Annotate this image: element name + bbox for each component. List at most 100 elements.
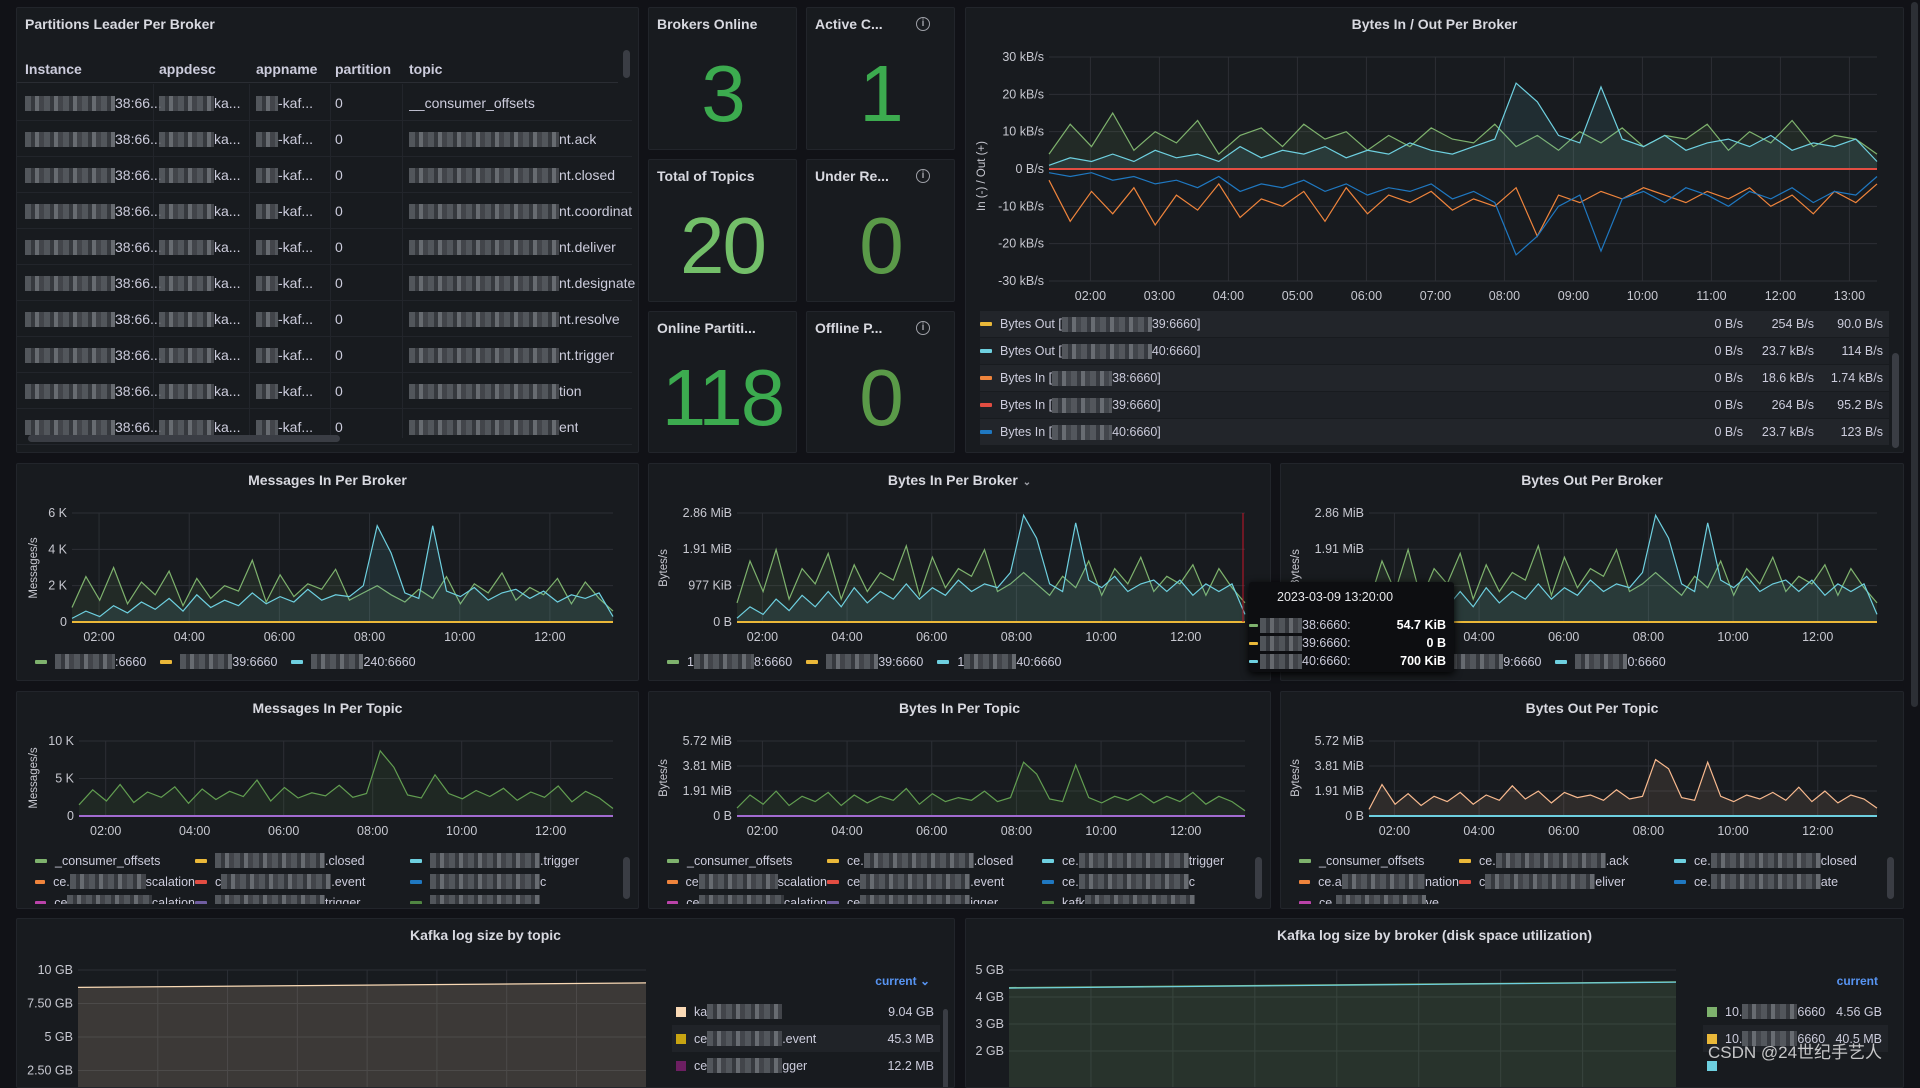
y-tick-label: 10 GB	[38, 963, 73, 977]
legend-item[interactable]: c .event	[195, 871, 410, 892]
legend-item[interactable]: ce .event	[827, 871, 1042, 892]
table-row[interactable]: 38:66... ka... -kaf... 0 nt.ack	[17, 121, 632, 157]
legend-item[interactable]: trigger	[195, 892, 410, 904]
legend-table: ka 9.04 GB ce .event 45.3 MB ce gger 12.2 MB	[672, 998, 940, 1079]
redacted-text	[256, 168, 278, 183]
legend-scrollbar[interactable]	[623, 857, 630, 899]
legend-item[interactable]: ka 9.04 GB	[672, 998, 940, 1025]
table-row[interactable]: 38:66... ka... -kaf... 0 __consumer_offsets	[17, 85, 632, 121]
legend-item[interactable]: ce. trigger	[1042, 850, 1240, 871]
bytes-out-per-topic-panel: Bytes Out Per Topic 5.72 MiB 3.81 MiB 1.91 …	[1280, 691, 1904, 909]
legend-item[interactable]: Bytes In [40:6660] 0 B/s 23.7 kB/s 123 B/s	[980, 419, 1889, 445]
legend-item[interactable]: _consumer_offsets	[1299, 850, 1459, 871]
vertical-scrollbar[interactable]	[623, 50, 630, 78]
series-swatch	[160, 659, 173, 664]
info-circle-icon[interactable]: i	[916, 321, 930, 335]
cell-appdesc: ka...	[159, 239, 240, 255]
table-row[interactable]: 38:66... ka... -kaf... 0 tion	[17, 373, 632, 409]
legend-label: calation	[783, 895, 827, 905]
legend-item[interactable]: ce scalation	[667, 871, 827, 892]
legend-item[interactable]: .trigger	[410, 850, 608, 871]
legend-item[interactable]	[410, 892, 608, 904]
redacted-text	[430, 874, 540, 889]
column-header[interactable]: appdesc	[159, 61, 216, 77]
redacted-text	[1052, 424, 1113, 440]
legend-scrollbar[interactable]	[1887, 857, 1894, 899]
legend-item[interactable]: ce calation	[667, 892, 827, 904]
legend-item[interactable]: c eliver	[1459, 871, 1674, 892]
series-line[interactable]	[1048, 179, 1878, 238]
series-line[interactable]	[1048, 172, 1878, 256]
legend-item[interactable]: ce. .ack	[1459, 850, 1674, 871]
legend-item[interactable]: ce igger	[827, 892, 1042, 904]
legend-scrollbar[interactable]	[1255, 857, 1262, 899]
legend-item[interactable]: 39:6660	[160, 654, 277, 669]
legend-item[interactable]: ce .event 45.3 MB	[672, 1025, 940, 1052]
series-swatch	[980, 376, 992, 380]
table-row[interactable]: 38:66... ka... -kaf... 0 nt.coordinat	[17, 193, 632, 229]
legend-item[interactable]: _consumer_offsets	[667, 850, 827, 871]
column-header[interactable]: appname	[256, 61, 317, 77]
legend-item[interactable]: ce. .closed	[827, 850, 1042, 871]
table-row[interactable]: 38:66... ka... -kaf... 0 nt.closed	[17, 157, 632, 193]
table-row[interactable]: 38:66... ka... -kaf... 0 nt.trigger	[17, 337, 632, 373]
instance-text: 38:66...	[115, 95, 162, 111]
legend-item[interactable]: .closed	[195, 850, 410, 871]
legend-item[interactable]: :6660	[35, 654, 146, 669]
legend-item[interactable]: ce calation	[35, 892, 195, 904]
legend-item[interactable]: Bytes Out [39:6660] 0 B/s 254 B/s 90.0 B/s	[980, 311, 1889, 337]
redacted-text	[25, 96, 115, 111]
cell-topic: ent	[409, 419, 578, 435]
table-row[interactable]: 38:66... ka... -kaf... 0 nt.deliver	[17, 229, 632, 265]
legend-item[interactable]: _consumer_offsets	[35, 850, 195, 871]
legend-item[interactable]: 0:6660	[1555, 654, 1666, 669]
legend-item[interactable]: c	[410, 871, 608, 892]
page-scrollbar[interactable]	[1911, 2, 1918, 707]
legend-item[interactable]: Bytes In [39:6660] 0 B/s 264 B/s 95.2 B/s	[980, 392, 1889, 418]
legend-scrollbar[interactable]	[943, 1009, 948, 1087]
legend-item[interactable]: kafk	[1042, 892, 1240, 904]
legend-item[interactable]: ce. scalation	[35, 871, 195, 892]
legend-scrollbar[interactable]	[1892, 353, 1899, 448]
legend-item[interactable]: Bytes Out [40:6660] 0 B/s 23.7 kB/s 114 B/s	[980, 338, 1889, 364]
legend-item[interactable]: 10. 6660 4.56 GB	[1703, 998, 1888, 1025]
legend-label: ce	[847, 895, 861, 905]
legend-sort-current[interactable]: current ⌄	[672, 974, 940, 988]
legend-label: c	[1188, 874, 1195, 889]
appname-text: -kaf...	[278, 383, 314, 399]
horizontal-scrollbar[interactable]	[28, 435, 340, 442]
x-tick-label: 11:00	[1696, 289, 1726, 303]
column-header[interactable]: Instance	[25, 61, 82, 77]
legend-item[interactable]: Bytes In [38:6660] 0 B/s 18.6 kB/s 1.74 kB/…	[980, 365, 1889, 391]
legend-item[interactable]: ce.a nation	[1299, 871, 1459, 892]
y-axis-label: Bytes/s	[658, 759, 670, 797]
column-header[interactable]: topic	[409, 61, 442, 77]
legend-item[interactable]: ce. c	[1042, 871, 1240, 892]
legend-item[interactable]: ce. closed	[1674, 850, 1873, 871]
tooltip-row: 39:6660: 0 B	[1249, 634, 1446, 652]
legend-item[interactable]: ce. ve	[1299, 892, 1459, 904]
legend-item[interactable]: 1 8:6660	[667, 654, 792, 669]
cell-partition: 0	[335, 239, 343, 255]
legend-item[interactable]: 1 40:6660	[937, 654, 1062, 669]
legend-sort-current[interactable]: current	[1703, 974, 1888, 988]
column-header[interactable]: partition	[335, 61, 391, 77]
legend-value: 45.3 MB	[887, 1031, 934, 1046]
legend-item[interactable]: 240:6660	[291, 654, 416, 669]
legend-item[interactable]: ce gger 12.2 MB	[672, 1052, 940, 1079]
x-tick-label: 06:00	[264, 630, 295, 644]
cell-appdesc: ka...	[159, 311, 240, 327]
legend-label: scalation	[145, 874, 195, 889]
cell-appdesc: ka...	[159, 347, 240, 363]
table-row[interactable]: 38:66... ka... -kaf... 0 nt.resolve	[17, 301, 632, 337]
legend-label: 1	[687, 654, 694, 669]
series-swatch	[1042, 879, 1054, 884]
info-circle-icon[interactable]: i	[916, 17, 930, 31]
tooltip-row: 40:6660: 700 KiB	[1249, 652, 1446, 670]
y-axis-label: In (-) / Out (+)	[976, 141, 988, 211]
legend-item[interactable]: 39:6660	[806, 654, 923, 669]
info-circle-icon[interactable]: i	[916, 169, 930, 183]
table-row[interactable]: 38:66... ka... -kaf... 0 nt.designate	[17, 265, 635, 301]
redacted-text	[25, 276, 115, 291]
legend-item[interactable]: ce. ate	[1674, 871, 1873, 892]
